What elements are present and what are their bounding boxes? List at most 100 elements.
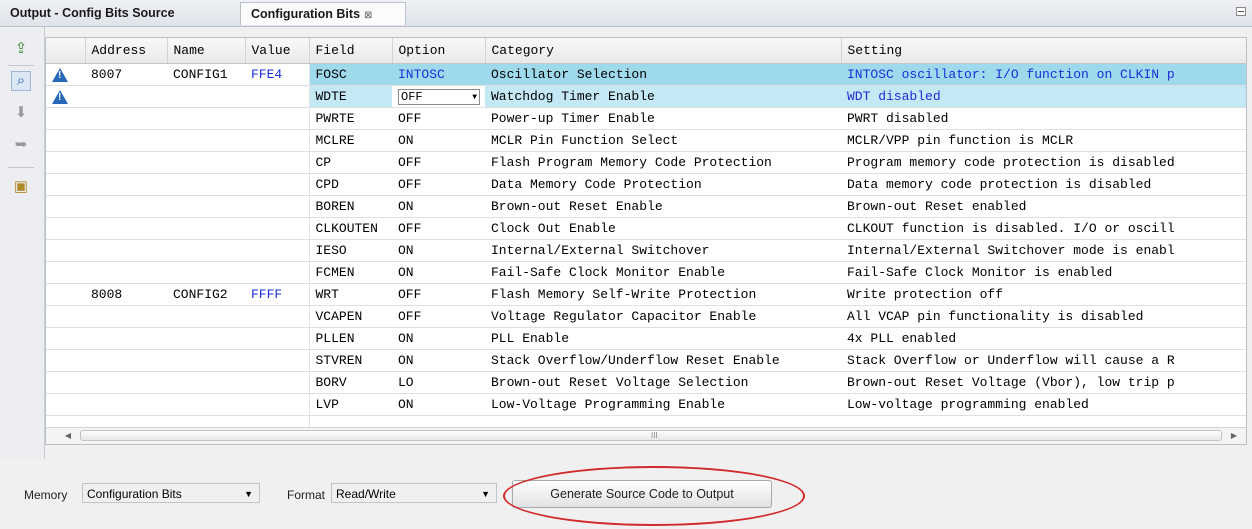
cell-name (167, 85, 245, 108)
cell-name (167, 239, 245, 262)
cell-setting: Program memory code protection is disabl… (841, 151, 1246, 174)
arrow-down-icon[interactable]: ⬇ (11, 103, 31, 123)
table-row[interactable]: FCMEN ON Fail-Safe Clock Monitor Enable Fai… (46, 261, 1246, 284)
header-field[interactable]: Field (309, 38, 393, 64)
header-name[interactable]: Name (167, 38, 246, 64)
cell-option[interactable]: OFF (392, 107, 485, 130)
header-value[interactable]: Value (245, 38, 310, 64)
arrow-right-icon[interactable]: ➥ (11, 135, 31, 155)
close-icon[interactable]: ⊠ (364, 10, 372, 21)
warning-cell (46, 393, 85, 416)
memory-select[interactable]: Configuration Bits ▼ (82, 483, 260, 503)
cell-setting: Internal/External Switchover mode is ena… (841, 239, 1246, 262)
cell-option[interactable]: OFF (392, 283, 485, 306)
cell-setting: Fail-Safe Clock Monitor is enabled (841, 261, 1246, 284)
cell-address (85, 217, 167, 240)
cell-setting: CLKOUT function is disabled. I/O or osci… (841, 217, 1246, 240)
memory-label: Memory (24, 488, 68, 502)
cell-value (245, 85, 309, 108)
table-row[interactable]: PWRTE OFF Power-up Timer Enable PWRT disabl… (46, 107, 1246, 130)
cell-option[interactable]: OFF (392, 217, 485, 240)
cell-value (245, 129, 309, 152)
tab-output-config-bits-source[interactable]: Output - Config Bits Source (0, 2, 238, 25)
table-row[interactable]: PLLEN ON PLL Enable 4x PLL enabled (46, 327, 1246, 350)
cell-setting: Data memory code protection is disabled (841, 173, 1246, 196)
magnifier-icon[interactable]: ⌕ (11, 71, 31, 91)
cell-option[interactable]: ON (392, 327, 485, 350)
cell-option[interactable]: ON (392, 349, 485, 372)
cell-address (85, 173, 167, 196)
cell-setting: All VCAP pin functionality is disabled (841, 305, 1246, 328)
cell-field: BOREN (308, 195, 392, 218)
cell-name (167, 393, 245, 416)
cell-field: PLLEN (308, 327, 392, 350)
minimize-icon[interactable] (1236, 7, 1246, 16)
cell-option[interactable]: LO (392, 371, 485, 394)
format-select[interactable]: Read/Write ▼ (331, 483, 497, 503)
warning-cell (46, 327, 85, 350)
cell-option[interactable]: OFF (392, 305, 485, 328)
cell-field: STVREN (308, 349, 392, 372)
cell-category: Clock Out Enable (485, 217, 841, 240)
warning-cell (46, 173, 85, 196)
chevron-down-icon: ▼ (481, 489, 490, 499)
tab-label: Configuration Bits (251, 7, 361, 21)
warning-cell (46, 283, 85, 306)
table-row[interactable]: STVREN ON Stack Overflow/Underflow Reset E… (46, 349, 1246, 372)
cell-option[interactable]: OFF (392, 151, 485, 174)
config-bits-table: Address Name Value Field Option Category… (45, 37, 1247, 445)
header-address[interactable]: Address (85, 38, 168, 64)
table-row[interactable]: CP OFF Flash Program Memory Code Protectio… (46, 151, 1246, 174)
cell-field: VCAPEN (308, 305, 392, 328)
warning-cell (46, 85, 85, 108)
table-row[interactable]: WDTE OFF ▼ Watchdog Timer EnableWDT disable… (46, 85, 1246, 108)
header-option[interactable]: Option (392, 38, 486, 64)
table-row[interactable]: BOREN ON Brown-out Reset Enable Brown-out R… (46, 195, 1246, 218)
cell-option[interactable]: OFF (392, 173, 485, 196)
cell-option[interactable]: ON (392, 239, 485, 262)
cell-option[interactable]: INTOSC (392, 63, 485, 86)
cell-value (245, 371, 309, 394)
table-row[interactable]: CPD OFF Data Memory Code Protection Data me… (46, 173, 1246, 196)
refresh-icon[interactable]: ⇪ (11, 39, 31, 59)
table-row[interactable]: IESO ON Internal/External Switchover Intern… (46, 239, 1246, 262)
table-row[interactable]: VCAPEN OFF Voltage Regulator Capacitor Ena… (46, 305, 1246, 328)
cell-category: MCLR Pin Function Select (485, 129, 841, 152)
scroll-left-icon[interactable]: ◀ (60, 428, 76, 444)
cell-address (85, 195, 167, 218)
side-toolbar: ⇪ ⌕ ⬇ ➥ ▣ (0, 27, 45, 459)
horizontal-scrollbar[interactable]: ◀ III ▶ (46, 427, 1246, 444)
cell-name (167, 195, 245, 218)
generate-source-code-button[interactable]: Generate Source Code to Output (512, 480, 772, 508)
table-row[interactable]: BORV LO Brown-out Reset Voltage Selection B… (46, 371, 1246, 394)
cell-field: LVP (308, 393, 392, 416)
table-row[interactable]: 8008 CONFIG2 FFFF WRT OFF Flash Memory Self-W… (46, 283, 1246, 306)
header-category[interactable]: Category (485, 38, 842, 64)
cell-category: Power-up Timer Enable (485, 107, 841, 130)
tab-configuration-bits[interactable]: Configuration Bits ⊠ (240, 2, 406, 25)
table-row[interactable]: MCLRE ON MCLR Pin Function Select MCLR/VPP … (46, 129, 1246, 152)
table-row[interactable]: CLKOUTEN OFF Clock Out Enable CLKOUT functi… (46, 217, 1246, 240)
table-row[interactable]: 8007CONFIG1FFE4FOSCINTOSCOscillator Sele… (46, 63, 1246, 86)
cell-option[interactable]: OFF ▼ (392, 85, 485, 108)
cell-value (245, 195, 309, 218)
cell-option[interactable]: ON (392, 393, 485, 416)
cell-value (245, 261, 309, 284)
cell-option[interactable]: ON (392, 261, 485, 284)
chevron-down-icon: ▼ (244, 489, 253, 499)
warning-cell (46, 349, 85, 372)
clipboard-icon[interactable]: ▣ (11, 177, 31, 197)
cell-value: FFE4 (245, 63, 309, 86)
scroll-thumb[interactable]: III (80, 430, 1222, 441)
cell-name (167, 349, 245, 372)
cell-option[interactable]: ON (392, 195, 485, 218)
warning-cell (46, 217, 85, 240)
cell-setting: Low-voltage programming enabled (841, 393, 1246, 416)
cell-option[interactable]: ON (392, 129, 485, 152)
scroll-right-icon[interactable]: ▶ (1226, 428, 1242, 444)
table-row[interactable]: LVP ON Low-Voltage Programming Enable Low-v… (46, 393, 1246, 416)
header-setting[interactable]: Setting (841, 38, 1246, 64)
cell-category: Brown-out Reset Enable (485, 195, 841, 218)
option-dropdown[interactable]: OFF ▼ (398, 88, 480, 105)
cell-name (167, 305, 245, 328)
